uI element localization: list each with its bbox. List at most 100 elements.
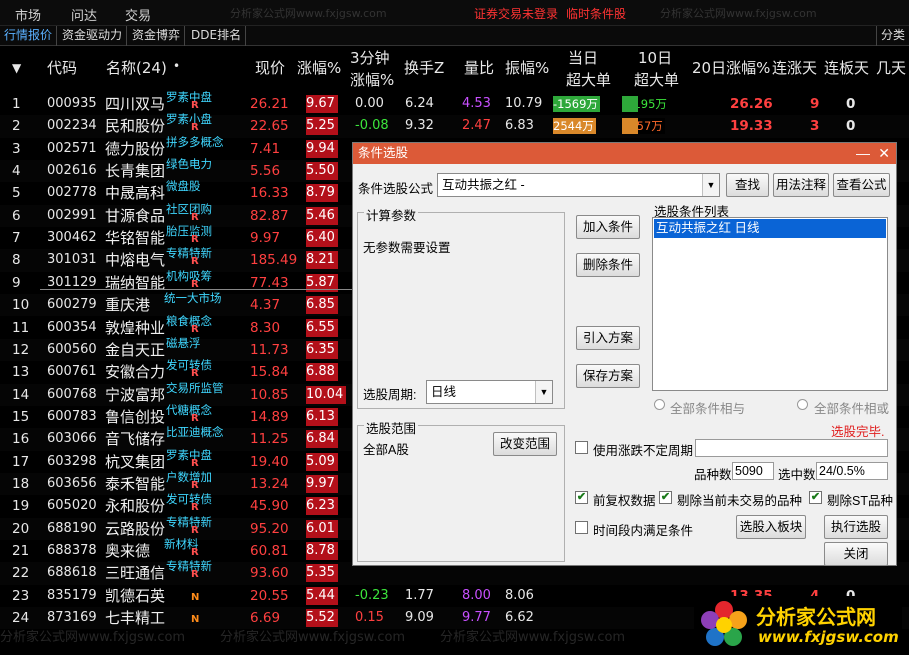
minimize-icon[interactable]: — bbox=[856, 143, 870, 164]
col-bigorder-10b[interactable]: 超大单 bbox=[634, 70, 679, 91]
turnover: 1.77 bbox=[405, 587, 434, 603]
menu-wenda[interactable]: 问达 bbox=[71, 5, 97, 24]
watermark: 分析家公式网www.fxjgsw.com bbox=[230, 7, 387, 20]
run-screen-button[interactable]: 执行选股 bbox=[824, 515, 888, 539]
dialog-titlebar[interactable]: 条件选股 — ✕ bbox=[353, 143, 896, 164]
status-badge: R bbox=[191, 234, 199, 246]
menu-market[interactable]: 市场 bbox=[15, 5, 41, 24]
period-value: 日线 bbox=[431, 385, 457, 399]
row-number: 10 bbox=[12, 297, 30, 314]
logo-text: 分析家公式网 bbox=[756, 605, 876, 629]
close-button[interactable]: 关闭 bbox=[824, 542, 888, 566]
col-limitdays[interactable]: 连板天 bbox=[824, 58, 869, 79]
exclude-st-checkbox[interactable]: ✔ bbox=[809, 491, 822, 504]
stock-name: 华铭智能 bbox=[105, 229, 166, 248]
price: 6.69 bbox=[250, 610, 281, 627]
col-code[interactable]: 代码 bbox=[47, 58, 77, 79]
table-header: ▼ 代码 名称(24) • 现价 涨幅% 3分钟 涨幅% 换手Z 量比 振幅% … bbox=[0, 46, 909, 92]
exclude-notrade-checkbox[interactable]: ✔ bbox=[659, 491, 672, 504]
stock-code: 688190 bbox=[47, 520, 97, 536]
tab-fund-drive[interactable]: 资金驱动力 bbox=[58, 26, 128, 46]
stock-name: 音飞储存 bbox=[105, 430, 166, 449]
fq-checkbox[interactable]: ✔ bbox=[575, 491, 588, 504]
change-box: 6.85 bbox=[306, 296, 338, 315]
col-turnover[interactable]: 换手Z bbox=[404, 58, 444, 79]
stock-code: 688618 bbox=[47, 565, 97, 581]
formula-select[interactable]: 互动共振之红 - ▼ bbox=[437, 173, 720, 197]
period-condition-label: 时间段内满足条件 bbox=[593, 524, 694, 538]
col-updays[interactable]: 连涨天 bbox=[772, 58, 817, 79]
col-chg3-line1[interactable]: 3分钟 bbox=[350, 48, 390, 69]
stock-count-label: 品种数 bbox=[694, 468, 732, 482]
tab-quotes[interactable]: 行情报价 bbox=[0, 26, 58, 46]
row-number: 2 bbox=[12, 118, 21, 135]
col-chg3-line2[interactable]: 涨幅% bbox=[350, 70, 394, 91]
col-name[interactable]: 名称(24) bbox=[106, 58, 167, 79]
col-bigorder-1[interactable]: 当日 bbox=[568, 48, 598, 69]
tab-category[interactable]: 分类 bbox=[875, 26, 909, 46]
period-select[interactable]: 日线 ▼ bbox=[426, 380, 553, 404]
col-jitian[interactable]: 几天 bbox=[876, 58, 906, 79]
tab-fund-game[interactable]: 资金博弈 bbox=[128, 26, 186, 46]
radio-and[interactable] bbox=[654, 399, 665, 410]
status-badge: R bbox=[191, 457, 199, 469]
col-volume-ratio[interactable]: 量比 bbox=[464, 58, 494, 79]
sort-down-icon[interactable]: ▼ bbox=[12, 58, 21, 79]
menu-trade[interactable]: 交易 bbox=[125, 5, 151, 24]
temp-stocks-label[interactable]: 临时条件股 bbox=[566, 5, 626, 22]
status-badge: N bbox=[191, 614, 200, 626]
irregular-period-checkbox[interactable] bbox=[575, 441, 588, 454]
col-change[interactable]: 涨幅% bbox=[297, 58, 341, 79]
change-range-button[interactable]: 改变范围 bbox=[493, 432, 557, 456]
add-to-block-button[interactable]: 选股入板块 bbox=[736, 515, 806, 539]
limit-days: 0 bbox=[846, 96, 856, 112]
concept-tag: 发可转债 bbox=[166, 492, 212, 507]
add-condition-button[interactable]: 加入条件 bbox=[576, 215, 640, 239]
period-condition-checkbox[interactable] bbox=[575, 521, 588, 534]
close-icon[interactable]: ✕ bbox=[878, 143, 890, 164]
irregular-period-field[interactable] bbox=[695, 439, 888, 457]
col-bigorder-1b[interactable]: 超大单 bbox=[566, 70, 611, 91]
row-number: 11 bbox=[12, 319, 30, 336]
table-row[interactable]: 1 000935 四川双马 罗素中盘 R 26.21 9.67 0.00 6.24 4.53 10.… bbox=[0, 90, 909, 115]
col-bigorder-10[interactable]: 10日 bbox=[638, 48, 672, 69]
radio-or[interactable] bbox=[797, 399, 808, 410]
price: 77.43 bbox=[250, 274, 289, 291]
save-scheme-button[interactable]: 保存方案 bbox=[576, 364, 640, 388]
stock-name: 甘源食品 bbox=[105, 206, 166, 225]
col-chg20[interactable]: 20日涨幅% bbox=[692, 58, 770, 79]
tab-dde-rank[interactable]: DDE排名 bbox=[187, 26, 247, 46]
stock-name: 七丰精工 bbox=[105, 609, 166, 628]
usage-notes-button[interactable]: 用法注释 bbox=[773, 173, 829, 197]
chevron-down-icon[interactable]: ▼ bbox=[702, 174, 719, 196]
stock-count-field: 5090 bbox=[732, 462, 774, 480]
condition-list-item[interactable]: 互动共振之红 日线 bbox=[654, 219, 886, 238]
condition-list[interactable]: 互动共振之红 日线 bbox=[652, 217, 888, 391]
price: 8.30 bbox=[250, 319, 281, 336]
status-badge: R bbox=[191, 524, 199, 536]
col-price[interactable]: 现价 bbox=[255, 58, 285, 79]
radio-or-label: 全部条件相或 bbox=[814, 402, 890, 416]
delete-condition-button[interactable]: 删除条件 bbox=[576, 253, 640, 277]
concept-tag: 罗素中盘 bbox=[166, 90, 212, 104]
row-number: 18 bbox=[12, 475, 30, 492]
stock-name: 鲁信创投 bbox=[105, 407, 166, 426]
formula-label: 条件选股公式 bbox=[358, 182, 434, 196]
view-formula-button[interactable]: 查看公式 bbox=[833, 173, 890, 197]
chevron-down-icon[interactable]: ▼ bbox=[535, 381, 552, 403]
concept-tag: 户数增加 bbox=[166, 469, 212, 484]
change-box: 5.25 bbox=[306, 117, 338, 136]
login-status[interactable]: 证券交易未登录 bbox=[474, 5, 558, 22]
col-amplitude[interactable]: 振幅% bbox=[505, 58, 549, 79]
stock-code: 002991 bbox=[47, 207, 97, 223]
table-row[interactable]: 2 002234 民和股份 罗素小盘 R 22.65 5.25 -0.08 9.32 2.47 6.… bbox=[0, 113, 909, 138]
up-days: 3 bbox=[810, 118, 820, 135]
stock-software-window: 市场 问达 交易 分析家公式网www.fxjgsw.com 证券交易未登录 临时… bbox=[0, 0, 909, 655]
irregular-period-label: 使用涨跌不定周期 bbox=[593, 444, 694, 458]
stock-code: 002234 bbox=[47, 118, 97, 134]
change-box: 6.40 bbox=[306, 229, 338, 248]
exclude-notrade-label: 剔除当前未交易的品种 bbox=[677, 494, 803, 508]
row-number: 23 bbox=[12, 587, 30, 604]
import-scheme-button[interactable]: 引入方案 bbox=[576, 326, 640, 350]
find-button[interactable]: 查找 bbox=[726, 173, 769, 197]
